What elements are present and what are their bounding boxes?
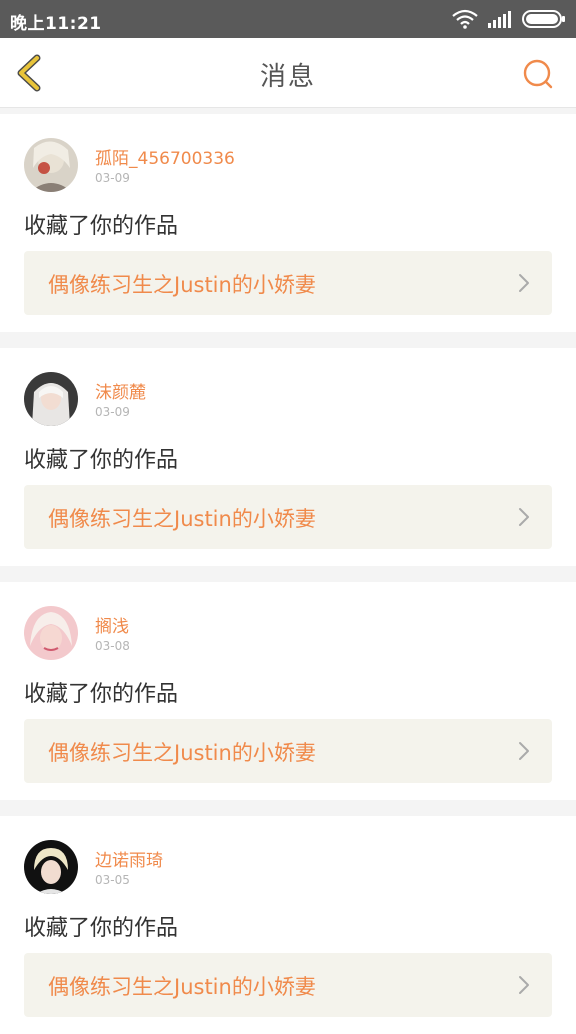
status-bar: 晚上11:21	[0, 0, 576, 38]
work-title: 偶像练习生之Justin的小娇妻	[48, 975, 316, 999]
search-icon	[523, 59, 553, 89]
message-card: 孤陌_456700336 03-09 收藏了你的作品 偶像练习生之Justin的…	[0, 114, 576, 332]
username[interactable]: 边诺雨琦	[95, 846, 163, 871]
status-time: 晚上11:21	[10, 14, 102, 34]
page-title: 消息	[259, 62, 316, 92]
chevron-right-icon	[519, 742, 529, 760]
action-text: 收藏了你的作品	[24, 448, 179, 473]
chevron-right-icon	[519, 274, 529, 292]
username[interactable]: 搁浅	[95, 612, 129, 637]
work-title: 偶像练习生之Justin的小娇妻	[48, 741, 316, 765]
search-button[interactable]	[520, 56, 556, 92]
signal-icon	[488, 11, 511, 28]
work-title: 偶像练习生之Justin的小娇妻	[48, 507, 316, 531]
action-text: 收藏了你的作品	[24, 214, 179, 239]
message-date: 03-09	[95, 171, 130, 185]
username[interactable]: 孤陌_456700336	[95, 144, 235, 169]
message-date: 03-08	[95, 639, 130, 653]
chevron-right-icon	[519, 508, 529, 526]
chevron-right-icon	[519, 976, 529, 994]
action-text: 收藏了你的作品	[24, 916, 179, 941]
avatar[interactable]	[24, 840, 78, 894]
avatar[interactable]	[24, 606, 78, 660]
avatar[interactable]	[24, 372, 78, 426]
status-icons	[452, 8, 566, 30]
wifi-icon	[452, 9, 478, 29]
message-card: 沫颜麓 03-09 收藏了你的作品 偶像练习生之Justin的小娇妻	[0, 348, 576, 566]
message-card: 搁浅 03-08 收藏了你的作品 偶像练习生之Justin的小娇妻	[0, 582, 576, 800]
header: 消息	[0, 38, 576, 108]
work-link[interactable]: 偶像练习生之Justin的小娇妻	[24, 485, 552, 549]
action-text: 收藏了你的作品	[24, 682, 179, 707]
message-date: 03-09	[95, 405, 130, 419]
message-date: 03-05	[95, 873, 130, 887]
work-link[interactable]: 偶像练习生之Justin的小娇妻	[24, 719, 552, 783]
username[interactable]: 沫颜麓	[95, 378, 146, 403]
avatar[interactable]	[24, 138, 78, 192]
work-link[interactable]: 偶像练习生之Justin的小娇妻	[24, 251, 552, 315]
battery-icon	[522, 10, 565, 28]
work-title: 偶像练习生之Justin的小娇妻	[48, 273, 316, 297]
message-card: 边诺雨琦 03-05 收藏了你的作品 偶像练习生之Justin的小娇妻	[0, 816, 576, 1034]
work-link[interactable]: 偶像练习生之Justin的小娇妻	[24, 953, 552, 1017]
